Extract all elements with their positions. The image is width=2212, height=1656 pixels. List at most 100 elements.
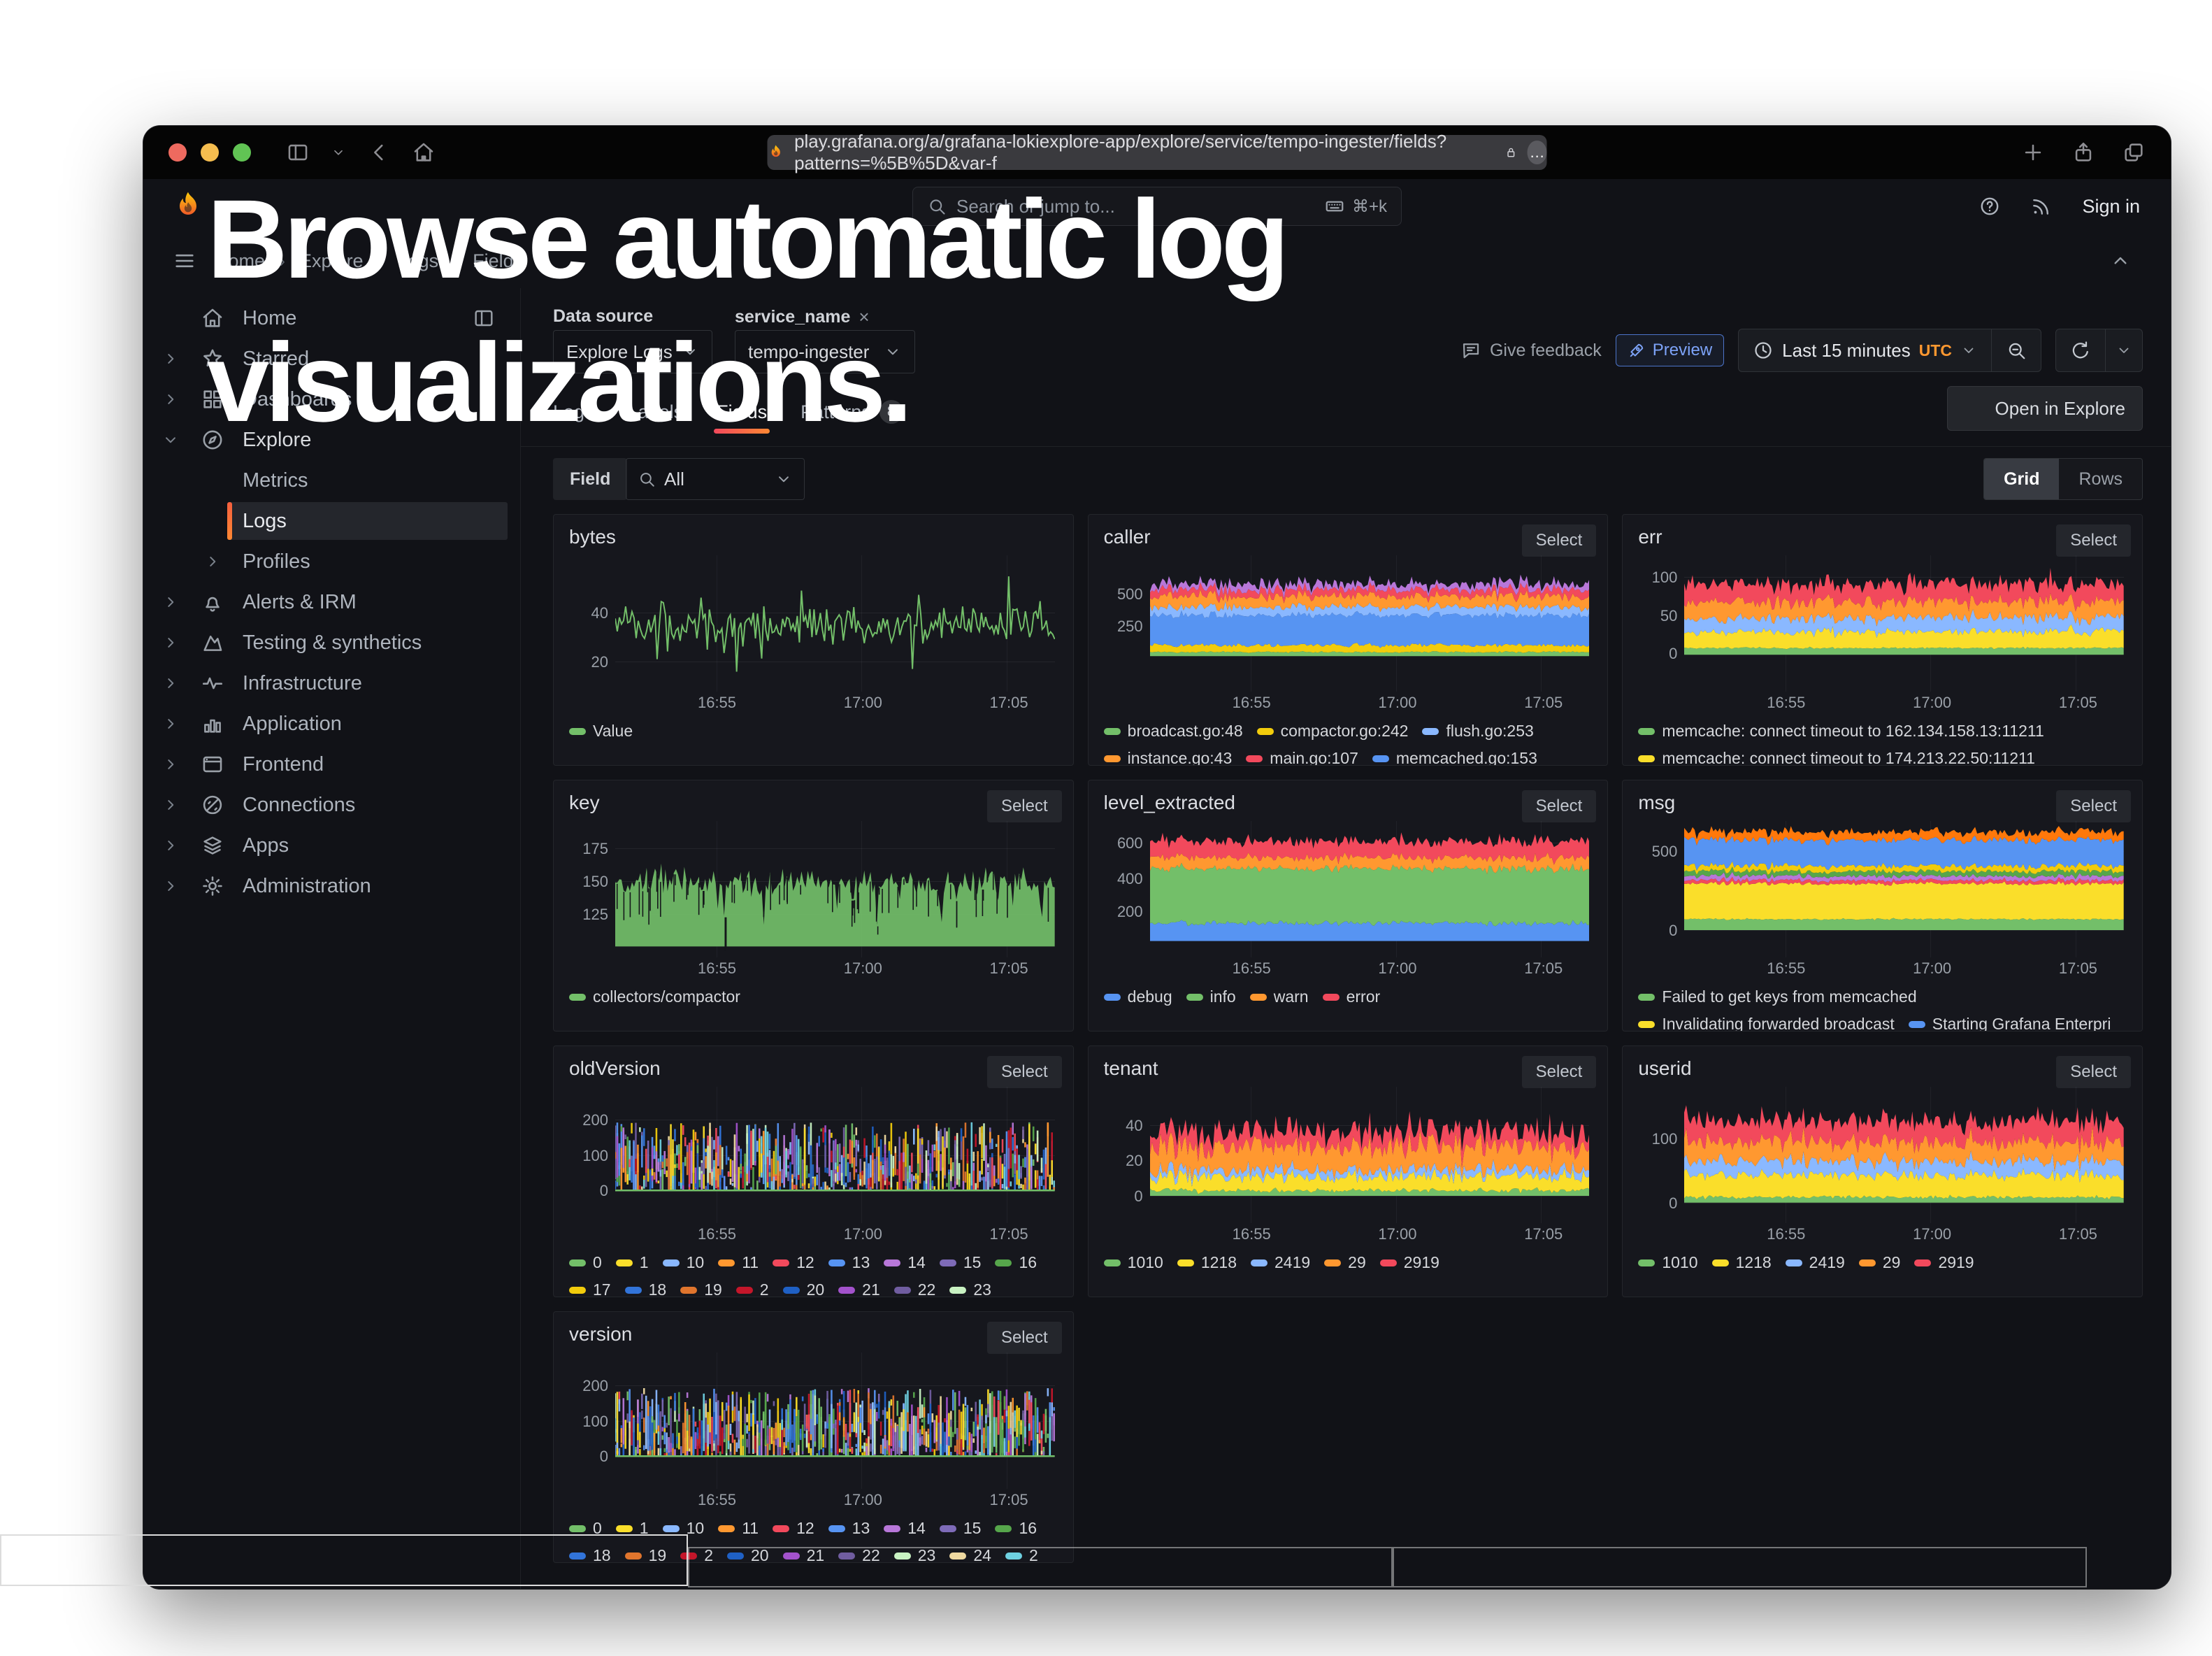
zoom-out-time-button[interactable] [1992,329,2041,371]
sidebar-item-application[interactable]: Application [143,704,520,744]
chevron-right-icon[interactable] [161,390,180,408]
legend-item[interactable]: 14 [884,1519,926,1538]
chevron-down-icon[interactable] [331,141,346,164]
legend-item[interactable]: 21 [838,1280,880,1297]
legend-item[interactable]: 17 [569,1280,611,1297]
legend-item[interactable]: warn [1250,987,1309,1006]
sidebar-item-logs[interactable]: Logs [143,501,520,541]
help-icon[interactable] [1978,195,2001,217]
sidebar-item-apps[interactable]: Apps [143,825,520,866]
grafana-logo[interactable] [171,190,205,223]
sidebar-item-frontend[interactable]: Frontend [143,744,520,785]
legend-item[interactable]: 18 [625,1280,667,1297]
legend-item[interactable]: 19 [625,1546,667,1563]
legend-item[interactable]: debug [1104,987,1172,1006]
legend-item[interactable]: 23 [894,1546,936,1563]
legend-item[interactable]: 20 [727,1546,769,1563]
tab-overview-icon[interactable] [2122,141,2146,164]
collapse-header-icon[interactable] [2109,250,2132,272]
legend-item[interactable]: 21 [783,1546,825,1563]
legend-item[interactable]: 23 [949,1280,991,1297]
chevron-right-icon[interactable] [161,634,180,652]
chevron-right-icon[interactable] [161,755,180,773]
sign-in-link[interactable]: Sign in [2082,196,2140,217]
back-icon[interactable] [367,141,391,164]
legend-item[interactable]: 15 [940,1253,982,1272]
share-icon[interactable] [2071,141,2095,164]
chevron-right-icon[interactable] [161,715,180,733]
legend-item[interactable]: 2 [1005,1546,1038,1563]
field-filter-select[interactable]: All [626,458,805,500]
chart-canvas[interactable] [615,821,1055,957]
legend-item[interactable]: main.go:107 [1246,749,1358,766]
legend-item[interactable]: 1 [616,1519,649,1538]
legend-item[interactable]: memcache: connect timeout to 162.134.158… [1638,722,2044,741]
legend-item[interactable]: 10 [663,1519,705,1538]
legend-item[interactable]: broadcast.go:48 [1104,722,1243,741]
chart-canvas[interactable] [615,1087,1055,1223]
sidebar-item-alerts-irm[interactable]: Alerts & IRM [143,582,520,622]
chevron-right-icon[interactable] [161,796,180,814]
legend-item[interactable]: 2 [736,1280,769,1297]
legend-item[interactable]: 2419 [1251,1253,1310,1272]
chevron-right-icon[interactable] [203,552,222,571]
legend-item[interactable]: info [1186,987,1236,1006]
refresh-picker[interactable] [2055,329,2143,372]
legend-item[interactable]: 20 [783,1280,825,1297]
chart-canvas[interactable] [1150,555,1590,692]
chart-canvas[interactable] [1150,1087,1590,1223]
legend-item[interactable]: 2 [680,1546,713,1563]
legend-item[interactable]: 12 [773,1253,814,1272]
legend-item[interactable]: flush.go:253 [1422,722,1533,741]
legend-item[interactable]: 14 [884,1253,926,1272]
legend-item[interactable]: 2919 [1380,1253,1439,1272]
sidebar-item-profiles[interactable]: Profiles [143,541,520,582]
legend-item[interactable]: 1010 [1104,1253,1163,1272]
news-icon[interactable] [2030,195,2053,217]
legend-item[interactable]: 11 [718,1519,759,1538]
zoom-window-button[interactable] [233,143,251,162]
legend-item[interactable]: 0 [569,1253,602,1272]
legend-item[interactable]: 15 [940,1519,982,1538]
legend-item[interactable]: memcache: connect timeout to 174.213.22.… [1638,749,2035,766]
chevron-down-icon[interactable] [161,431,180,449]
legend-item[interactable]: compactor.go:242 [1257,722,1409,741]
legend-item[interactable]: 2419 [1786,1253,1845,1272]
legend-item[interactable]: instance.go:43 [1104,749,1233,766]
chevron-right-icon[interactable] [161,350,180,368]
browser-home-icon[interactable] [412,141,436,164]
legend-item[interactable]: 22 [838,1546,880,1563]
new-tab-icon[interactable] [2021,141,2045,164]
legend-item[interactable]: 22 [894,1280,936,1297]
legend-item[interactable]: Invalidating forwarded broadcast [1638,1015,1894,1032]
legend-item[interactable]: 18 [569,1546,611,1563]
legend-item[interactable]: 16 [995,1519,1037,1538]
chevron-right-icon[interactable] [161,836,180,855]
legend-item[interactable]: 13 [828,1519,870,1538]
chevron-right-icon[interactable] [161,877,180,895]
close-window-button[interactable] [168,143,187,162]
legend-item[interactable]: Failed to get keys from memcached [1638,987,1916,1006]
address-bar[interactable]: play.grafana.org/a/grafana-lokiexplore-a… [768,135,1547,170]
refresh-button[interactable] [2056,329,2105,371]
legend-item[interactable]: collectors/compactor [569,987,740,1006]
legend-item[interactable]: 13 [828,1253,870,1272]
legend-item[interactable]: 29 [1859,1253,1901,1272]
chart-canvas[interactable] [1684,1087,2124,1223]
legend-item[interactable]: 1218 [1177,1253,1237,1272]
chart-canvas[interactable] [1684,821,2124,957]
legend-item[interactable]: 12 [773,1519,814,1538]
legend-item[interactable]: 1218 [1712,1253,1772,1272]
give-feedback-link[interactable]: Give feedback [1460,340,1602,361]
refresh-interval-dropdown[interactable] [2106,329,2142,371]
legend-item[interactable]: 11 [718,1253,759,1272]
legend-item[interactable]: Starting Grafana Enterpri [1909,1015,2111,1032]
sidebar-item-metrics[interactable]: Metrics [143,460,520,501]
legend-item[interactable]: Value [569,722,633,741]
sidebar-item-testing-synthetics[interactable]: Testing & synthetics [143,622,520,663]
grid-view-button[interactable]: Grid [1984,459,2059,499]
sidebar-item-administration[interactable]: Administration [143,866,520,906]
legend-item[interactable]: error [1323,987,1381,1006]
time-picker[interactable]: Last 15 minutes UTC [1738,329,2041,372]
legend-item[interactable]: 24 [949,1546,991,1563]
